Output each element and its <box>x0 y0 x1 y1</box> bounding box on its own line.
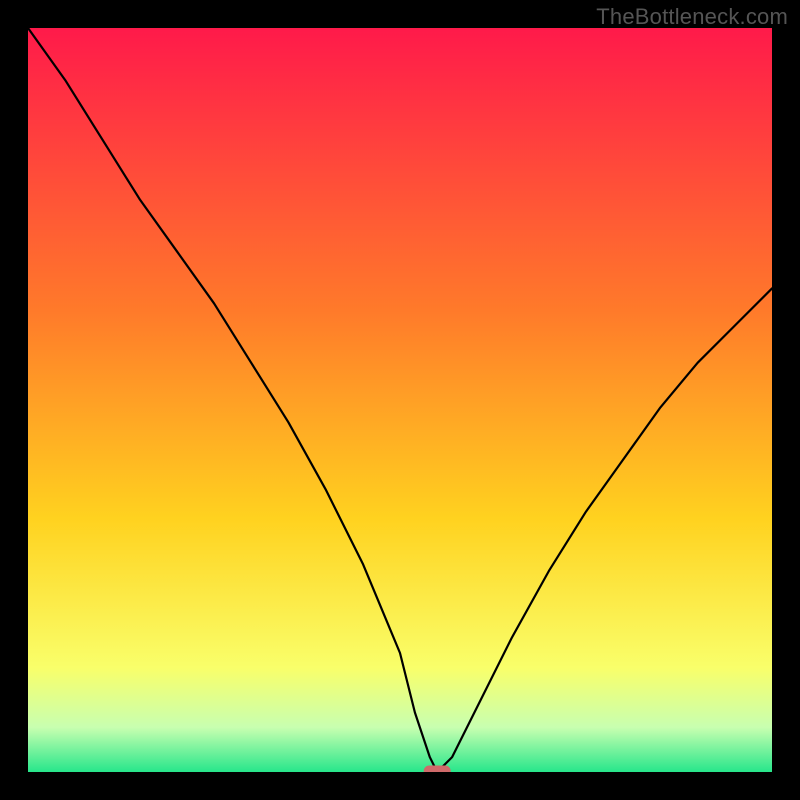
chart-svg <box>28 28 772 772</box>
optimal-marker <box>424 766 450 772</box>
watermark-text: TheBottleneck.com <box>596 4 788 30</box>
gradient-background <box>28 28 772 772</box>
plot-area <box>28 28 772 772</box>
chart-frame: TheBottleneck.com <box>0 0 800 800</box>
